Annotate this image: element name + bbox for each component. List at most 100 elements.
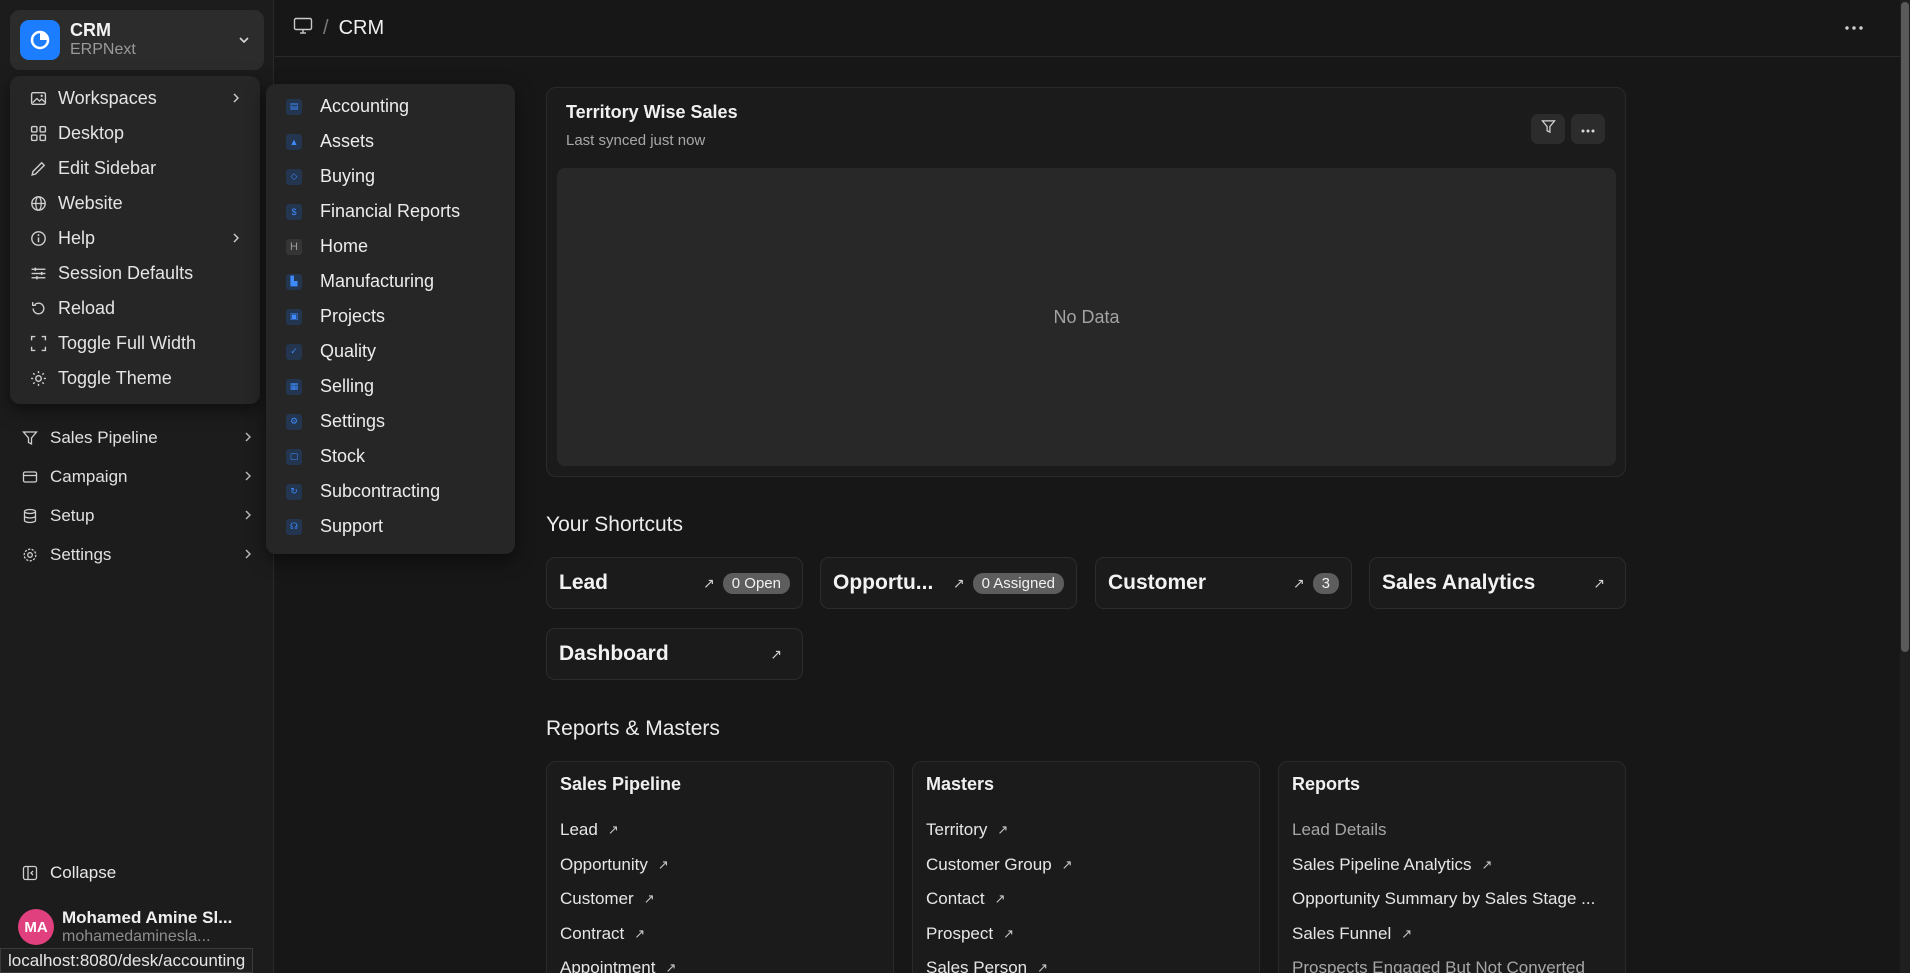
sidebar-item-label: Campaign — [50, 466, 128, 486]
shortcut-opportunity[interactable]: Opportu... ↗ 0 Assigned — [820, 557, 1077, 609]
app-menu-dropdown: Workspaces Desktop Edit Sidebar Website … — [10, 76, 260, 404]
report-link[interactable]: Prospects Engaged But Not Converted — [1292, 951, 1612, 973]
user-name: Mohamed Amine Sl... — [62, 908, 233, 927]
accounting-icon: ▤ — [286, 98, 302, 115]
shortcut-lead[interactable]: Lead ↗ 0 Open — [546, 557, 803, 609]
report-link[interactable]: Lead Details — [1292, 813, 1612, 848]
link-label: Sales Pipeline Analytics — [1292, 854, 1472, 874]
link-label: Lead — [560, 820, 598, 840]
shortcut-sales-analytics[interactable]: Sales Analytics ↗ — [1369, 557, 1626, 609]
sidebar-item-setup[interactable]: Setup — [8, 496, 266, 535]
external-arrow-icon: ↗ — [643, 891, 655, 907]
workspace-item-accounting[interactable]: ▤ Accounting — [274, 89, 507, 124]
menu-item-label: Reload — [58, 298, 116, 318]
card-subtitle: Last synced just now — [566, 132, 706, 149]
workspace-item-home[interactable]: H Home — [274, 229, 507, 264]
report-link[interactable]: Customer ↗ — [560, 882, 880, 917]
report-link[interactable]: Sales Funnel ↗ — [1292, 917, 1612, 952]
territory-sales-card: Territory Wise Sales Last synced just no… — [546, 87, 1626, 477]
chevron-right-icon — [242, 506, 254, 526]
workspace-label: Settings — [320, 411, 386, 431]
factory-icon: ▙ — [286, 273, 302, 290]
report-link[interactable]: Appointment ↗ — [560, 951, 880, 973]
workspace-item-settings[interactable]: ⚙ Settings — [274, 404, 507, 439]
workspace-item-selling[interactable]: ▦ Selling — [274, 369, 507, 404]
sidebar-item-settings[interactable]: Settings — [8, 535, 266, 574]
external-arrow-icon: ↗ — [952, 574, 965, 591]
filter-icon — [1540, 119, 1556, 139]
report-link[interactable]: Opportunity ↗ — [560, 848, 880, 883]
card-menu-button[interactable] — [1571, 114, 1605, 144]
workspace-label: Manufacturing — [320, 271, 435, 291]
workspace-item-buying[interactable]: ◇ Buying — [274, 159, 507, 194]
menu-item-edit-sidebar[interactable]: Edit Sidebar — [18, 151, 252, 186]
external-arrow-icon: ↗ — [703, 574, 715, 591]
menu-item-help[interactable]: Help — [18, 221, 252, 256]
filter-button[interactable] — [1531, 114, 1565, 144]
report-link[interactable]: Sales Person ↗ — [926, 951, 1246, 973]
report-link[interactable]: Contract ↗ — [560, 917, 880, 952]
workspace-item-stock[interactable]: ▢ Stock — [274, 439, 507, 474]
workspace-item-quality[interactable]: ✓ Quality — [274, 334, 507, 369]
sidebar-item-label: Setup — [50, 505, 95, 525]
menu-item-website[interactable]: Website — [18, 186, 252, 221]
scrollbar[interactable] — [1900, 0, 1910, 973]
workspace-item-subcontracting[interactable]: ↻ Subcontracting — [274, 474, 507, 509]
workspace-item-support[interactable]: ☊ Support — [274, 509, 507, 544]
report-link[interactable]: Prospect ↗ — [926, 917, 1246, 952]
menu-item-toggle-theme[interactable]: Toggle Theme — [18, 361, 252, 396]
menu-item-desktop[interactable]: Desktop — [18, 116, 252, 151]
headset-icon: ☊ — [286, 518, 302, 535]
menu-item-label: Session Defaults — [58, 263, 194, 283]
app-subtitle: ERPNext — [70, 41, 136, 58]
report-link[interactable]: Sales Pipeline Analytics ↗ — [1292, 848, 1612, 883]
link-label: Sales Person — [926, 958, 1028, 973]
shortcut-label: Opportu... — [833, 571, 934, 594]
user-menu[interactable]: MA Mohamed Amine Sl... mohamedaminesla..… — [10, 902, 266, 952]
link-label: Contract — [560, 923, 625, 943]
scrollbar-thumb[interactable] — [1901, 2, 1909, 652]
shortcut-label: Sales Analytics — [1382, 571, 1536, 594]
sidebar-item-sales-pipeline[interactable]: Sales Pipeline — [8, 418, 266, 457]
no-data-text: No Data — [1053, 306, 1120, 327]
menu-item-reload[interactable]: Reload — [18, 291, 252, 326]
chevron-down-icon — [234, 30, 254, 50]
report-link[interactable]: Territory ↗ — [926, 813, 1246, 848]
link-label: Prospect — [926, 923, 994, 943]
menu-item-label: Edit Sidebar — [58, 158, 157, 178]
sidebar-item-campaign[interactable]: Campaign — [8, 457, 266, 496]
chevron-right-icon — [242, 545, 254, 565]
collapse-button[interactable]: Collapse — [8, 858, 266, 888]
workspace-label: Subcontracting — [320, 481, 441, 501]
user-email: mohamedaminesla... — [62, 928, 211, 945]
app-switcher[interactable]: CRM ERPNext — [10, 10, 264, 70]
report-link[interactable]: Contact ↗ — [926, 882, 1246, 917]
workspace-item-financial-reports[interactable]: $ Financial Reports — [274, 194, 507, 229]
link-label: Opportunity — [560, 854, 648, 874]
workspace-item-projects[interactable]: ▣ Projects — [274, 299, 507, 334]
link-label: Customer Group — [926, 854, 1052, 874]
menu-item-workspaces[interactable]: Workspaces — [18, 81, 252, 116]
status-bar-url: localhost:8080/desk/accounting — [0, 948, 254, 973]
external-arrow-icon: ↗ — [1061, 856, 1073, 872]
shortcut-dashboard[interactable]: Dashboard ↗ — [546, 628, 803, 680]
menu-item-session-defaults[interactable]: Session Defaults — [18, 256, 252, 291]
desktop-icon[interactable] — [293, 17, 313, 40]
home-icon: H — [286, 238, 302, 255]
link-label: Appointment — [560, 958, 656, 973]
more-options-icon[interactable] — [1843, 18, 1865, 38]
expand-icon — [28, 334, 48, 354]
report-link[interactable]: Customer Group ↗ — [926, 848, 1246, 883]
box-icon: ▢ — [286, 448, 302, 465]
menu-item-label: Workspaces — [58, 88, 157, 108]
menu-item-label: Toggle Full Width — [58, 333, 197, 353]
menu-item-toggle-full-width[interactable]: Toggle Full Width — [18, 326, 252, 361]
report-link[interactable]: Lead ↗ — [560, 813, 880, 848]
pencil-icon — [28, 159, 48, 179]
shortcut-customer[interactable]: Customer ↗ 3 — [1095, 557, 1352, 609]
workspace-item-manufacturing[interactable]: ▙ Manufacturing — [274, 264, 507, 299]
store-icon: ▦ — [286, 378, 302, 395]
workspace-item-assets[interactable]: ▲ Assets — [274, 124, 507, 159]
projects-icon: ▣ — [286, 308, 302, 325]
report-link[interactable]: Opportunity Summary by Sales Stage ... — [1292, 882, 1612, 917]
